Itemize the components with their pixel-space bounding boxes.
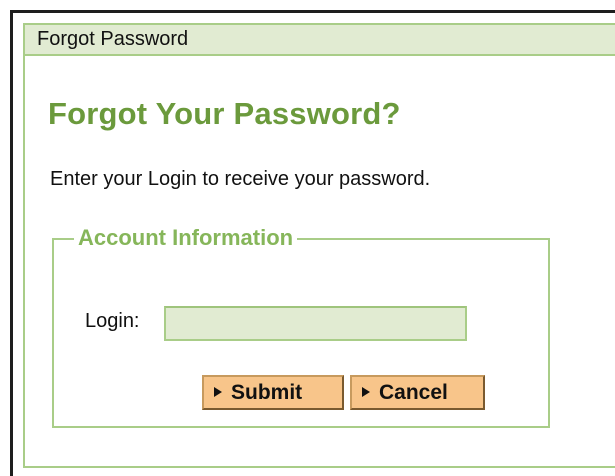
account-information-fieldset: Account Information Login: Submit Cancel	[52, 224, 550, 428]
forgot-password-panel: Forgot Password Forgot Your Password? En…	[23, 23, 615, 468]
login-label: Login:	[85, 310, 140, 332]
fieldset-legend: Account Information	[74, 224, 298, 252]
play-triangle-icon	[362, 387, 370, 398]
cancel-button[interactable]: Cancel	[350, 375, 485, 410]
submit-button[interactable]: Submit	[202, 375, 344, 410]
instructions-text: Enter your Login to receive your passwor…	[50, 168, 431, 190]
page-title: Forgot Your Password?	[48, 96, 401, 131]
login-input[interactable]	[164, 306, 467, 341]
cancel-button-label: Cancel	[379, 381, 448, 404]
panel-header: Forgot Password	[25, 25, 615, 56]
submit-button-label: Submit	[231, 381, 303, 404]
play-triangle-icon	[214, 387, 222, 398]
window-frame: Forgot Password Forgot Your Password? En…	[10, 10, 615, 476]
